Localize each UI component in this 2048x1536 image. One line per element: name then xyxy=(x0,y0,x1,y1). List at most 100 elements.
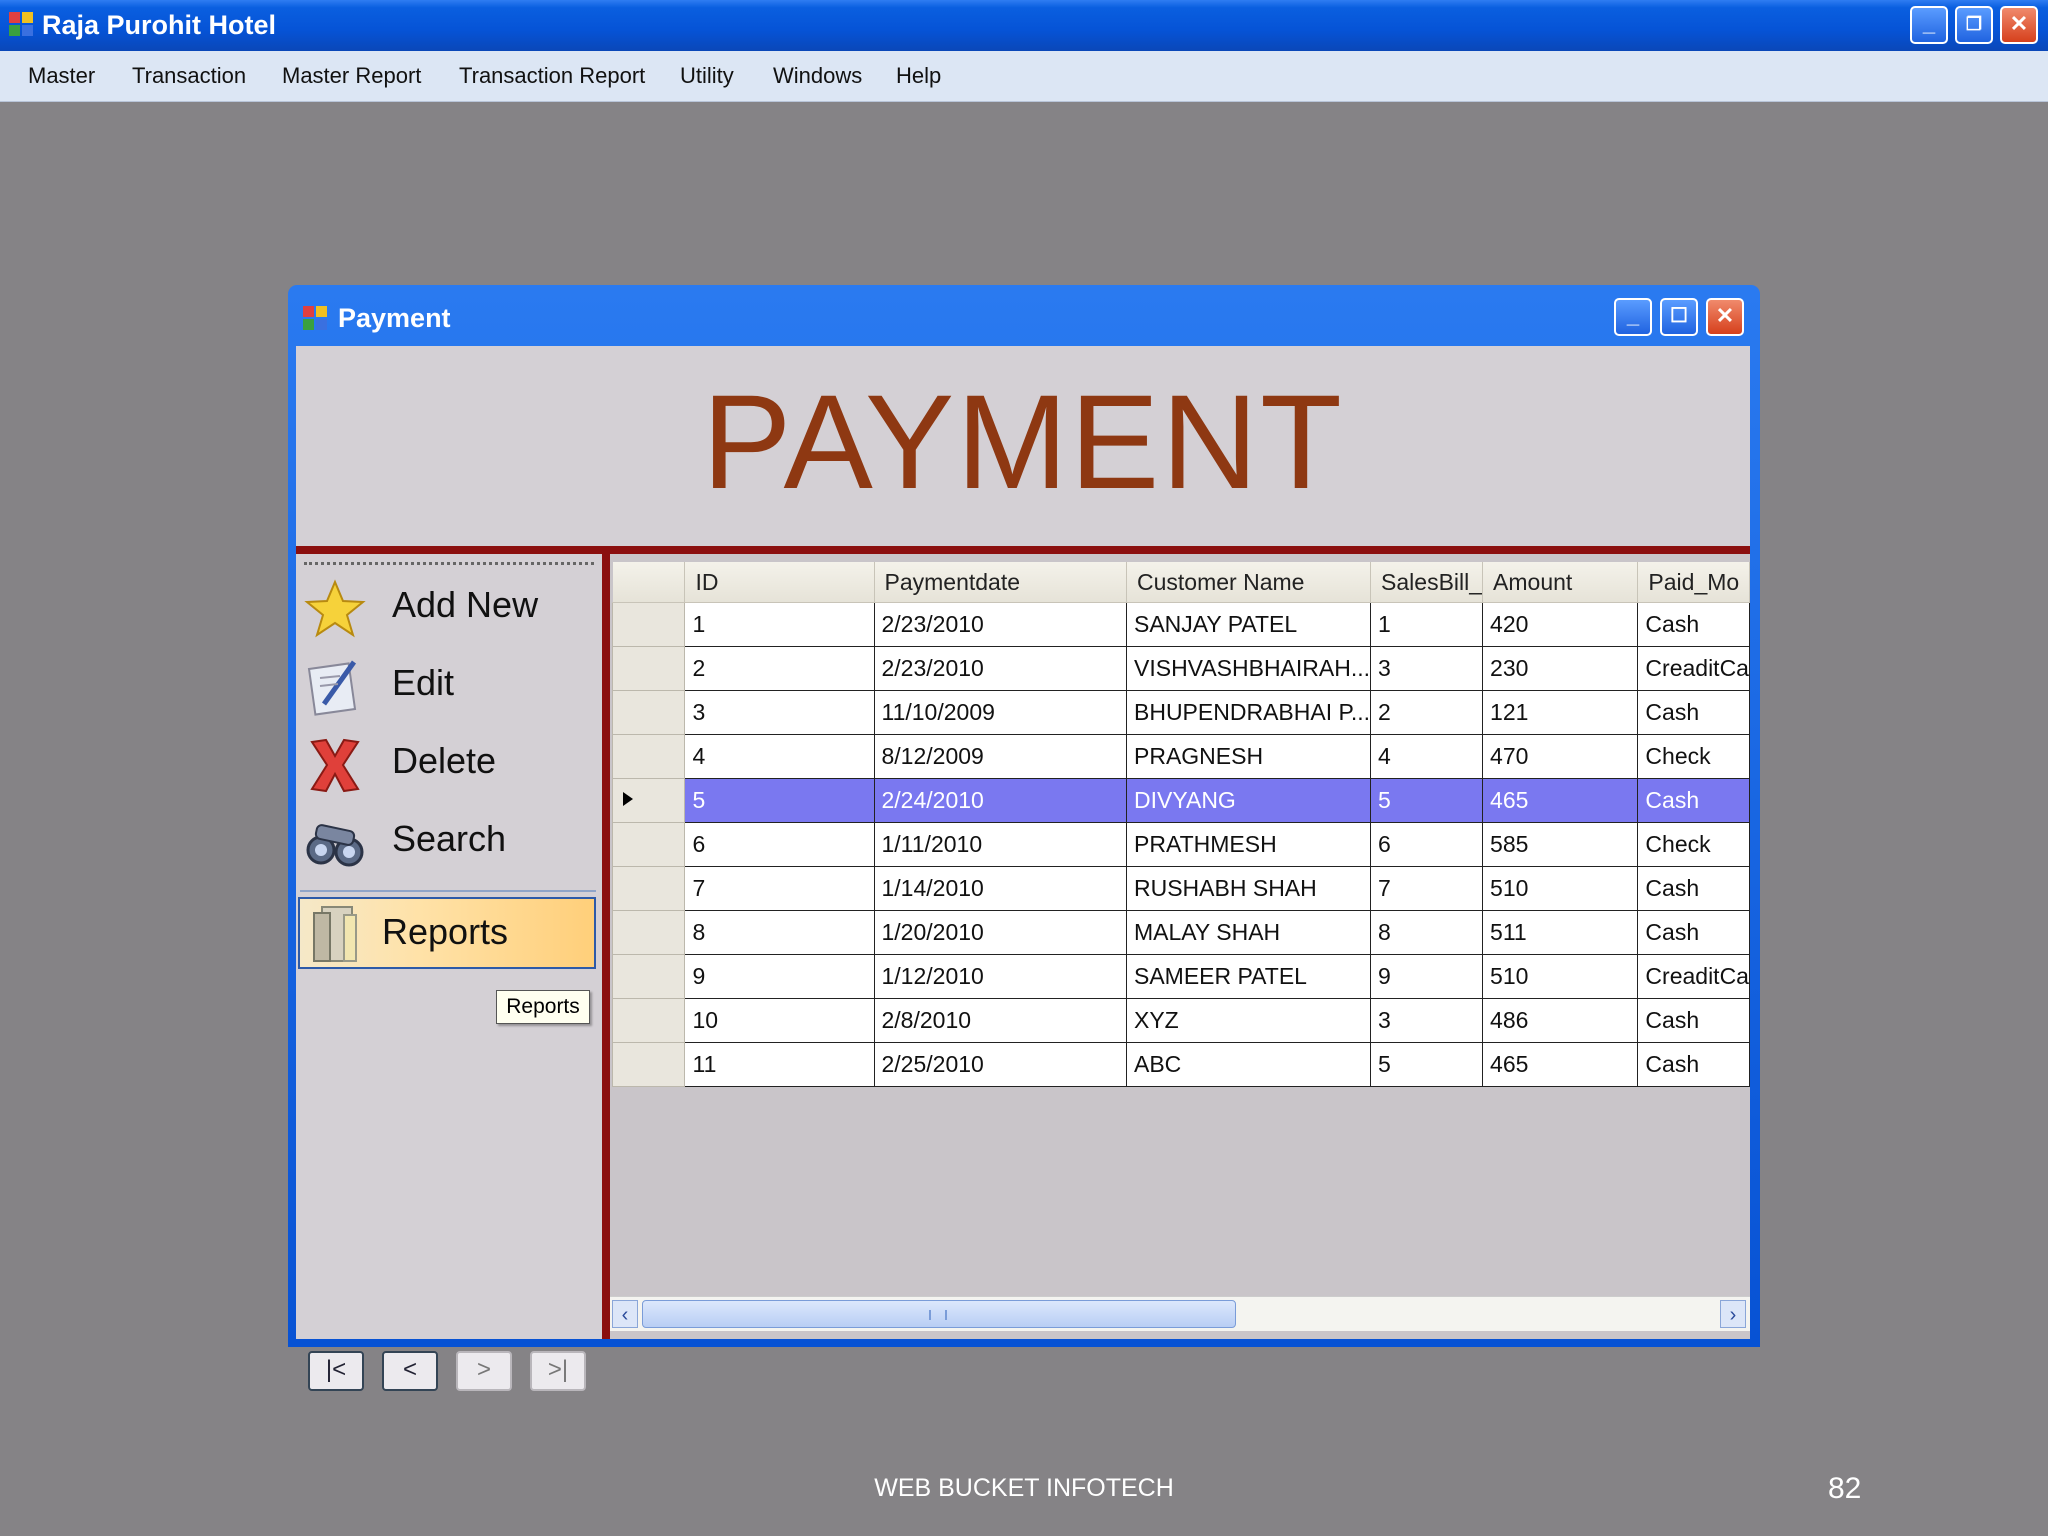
child-maximize-button[interactable]: ☐ xyxy=(1660,298,1698,336)
cell-amount[interactable]: 230 xyxy=(1482,646,1639,691)
cell-paymentdate[interactable]: 1/14/2010 xyxy=(873,866,1127,911)
next-record-button[interactable]: > xyxy=(456,1351,512,1391)
cell-paid-mode[interactable]: Cash xyxy=(1637,910,1750,955)
cell-customer-name[interactable]: PRAGNESH xyxy=(1125,734,1372,779)
scroll-thumb[interactable] xyxy=(642,1300,1236,1328)
menu-master[interactable]: Master xyxy=(28,63,95,89)
column-header-paymentdate[interactable]: Paymentdate xyxy=(874,562,1127,603)
cell-id[interactable]: 7 xyxy=(684,866,875,911)
cell-id[interactable]: 9 xyxy=(684,954,875,999)
restore-button[interactable]: ❐ xyxy=(1955,6,1993,44)
child-close-button[interactable]: ✕ xyxy=(1706,298,1744,336)
row-header[interactable] xyxy=(611,602,686,647)
table-row[interactable]: 9 1/12/2010 SAMEER PATEL 9 510 CreaditCa xyxy=(611,954,1750,999)
search-button[interactable]: Search xyxy=(296,806,596,876)
cell-amount[interactable]: 585 xyxy=(1482,822,1639,867)
cell-id[interactable]: 5 xyxy=(684,778,875,823)
cell-paymentdate[interactable]: 1/11/2010 xyxy=(873,822,1127,867)
cell-paid-mode[interactable]: Check xyxy=(1637,734,1750,779)
cell-salesbill[interactable]: 3 xyxy=(1370,998,1484,1043)
cell-amount[interactable]: 486 xyxy=(1482,998,1639,1043)
table-row[interactable]: 2 2/23/2010 VISHVASHBHAIRAH... 3 230 CreaditC… xyxy=(611,646,1750,691)
child-minimize-button[interactable]: _ xyxy=(1614,298,1652,336)
cell-paymentdate[interactable]: 11/10/2009 xyxy=(873,690,1127,735)
cell-amount[interactable]: 511 xyxy=(1482,910,1639,955)
cell-amount[interactable]: 510 xyxy=(1482,866,1639,911)
cell-paymentdate[interactable]: 2/8/2010 xyxy=(873,998,1127,1043)
cell-paymentdate[interactable]: 1/12/2010 xyxy=(873,954,1127,999)
row-header[interactable] xyxy=(611,866,686,911)
table-row[interactable]: 6 1/11/2010 PRATHMESH 6 585 Check xyxy=(611,822,1750,867)
cell-paymentdate[interactable]: 2/23/2010 xyxy=(873,602,1127,647)
cell-salesbill[interactable]: 5 xyxy=(1370,1042,1484,1087)
row-header[interactable] xyxy=(611,646,686,691)
cell-paid-mode[interactable]: CreaditCa xyxy=(1637,646,1750,691)
cell-amount[interactable]: 470 xyxy=(1482,734,1639,779)
cell-id[interactable]: 10 xyxy=(684,998,875,1043)
cell-customer-name[interactable]: PRATHMESH xyxy=(1125,822,1372,867)
cell-paymentdate[interactable]: 2/25/2010 xyxy=(873,1042,1127,1087)
row-header[interactable] xyxy=(611,998,686,1043)
scroll-left-icon[interactable]: ‹ xyxy=(612,1300,638,1328)
edit-button[interactable]: Edit xyxy=(296,650,596,720)
column-header-paid-mode[interactable]: Paid_Mo xyxy=(1637,562,1750,603)
cell-customer-name[interactable]: RUSHABH SHAH xyxy=(1125,866,1372,911)
table-row[interactable]: 10 2/8/2010 XYZ 3 486 Cash xyxy=(611,998,1750,1043)
cell-salesbill[interactable]: 7 xyxy=(1370,866,1484,911)
reports-button[interactable]: Reports xyxy=(298,897,596,969)
cell-paid-mode[interactable]: Cash xyxy=(1637,866,1750,911)
cell-customer-name[interactable]: BHUPENDRABHAI P... xyxy=(1125,690,1372,735)
menu-master-report[interactable]: Master Report xyxy=(282,63,421,89)
cell-id[interactable]: 3 xyxy=(684,690,875,735)
table-row[interactable]: 5 2/24/2010 DIVYANG 5 465 Cash xyxy=(611,778,1750,823)
cell-amount[interactable]: 510 xyxy=(1482,954,1639,999)
row-header[interactable] xyxy=(611,822,686,867)
cell-paid-mode[interactable]: Cash xyxy=(1637,690,1750,735)
column-header-id[interactable]: ID xyxy=(684,562,875,603)
cell-amount[interactable]: 465 xyxy=(1482,778,1639,823)
previous-record-button[interactable]: < xyxy=(382,1351,438,1391)
row-header[interactable] xyxy=(611,954,686,999)
cell-id[interactable]: 8 xyxy=(684,910,875,955)
cell-salesbill[interactable]: 2 xyxy=(1370,690,1484,735)
cell-paid-mode[interactable]: Cash xyxy=(1637,998,1750,1043)
cell-salesbill[interactable]: 1 xyxy=(1370,602,1484,647)
row-header[interactable] xyxy=(611,1042,686,1087)
menu-transaction[interactable]: Transaction xyxy=(132,63,246,89)
cell-customer-name[interactable]: DIVYANG xyxy=(1125,778,1372,823)
cell-paymentdate[interactable]: 1/20/2010 xyxy=(873,910,1127,955)
cell-amount[interactable]: 121 xyxy=(1482,690,1639,735)
cell-paymentdate[interactable]: 2/24/2010 xyxy=(873,778,1127,823)
cell-customer-name[interactable]: XYZ xyxy=(1125,998,1372,1043)
row-header[interactable] xyxy=(611,734,686,779)
menu-windows[interactable]: Windows xyxy=(773,63,862,89)
close-button[interactable]: ✕ xyxy=(2000,6,2038,44)
cell-id[interactable]: 1 xyxy=(684,602,875,647)
cell-salesbill[interactable]: 5 xyxy=(1370,778,1484,823)
main-titlebar[interactable]: Raja Purohit Hotel _ ❐ ✕ xyxy=(0,0,2048,51)
column-header-customer-name[interactable]: Customer Name xyxy=(1126,562,1372,603)
menu-help[interactable]: Help xyxy=(896,63,941,89)
cell-customer-name[interactable]: VISHVASHBHAIRAH... xyxy=(1125,646,1372,691)
cell-amount[interactable]: 420 xyxy=(1482,602,1639,647)
table-row[interactable]: 11 2/25/2010 ABC 5 465 Cash xyxy=(611,1042,1750,1087)
cell-paid-mode[interactable]: Cash xyxy=(1637,778,1750,823)
cell-salesbill[interactable]: 8 xyxy=(1370,910,1484,955)
cell-paymentdate[interactable]: 2/23/2010 xyxy=(873,646,1127,691)
cell-paid-mode[interactable]: Cash xyxy=(1637,602,1750,647)
row-header[interactable] xyxy=(611,778,686,823)
table-row[interactable]: 3 11/10/2009 BHUPENDRABHAI P... 2 121 Cash xyxy=(611,690,1750,735)
minimize-button[interactable]: _ xyxy=(1910,6,1948,44)
cell-salesbill[interactable]: 3 xyxy=(1370,646,1484,691)
delete-button[interactable]: Delete xyxy=(296,728,596,798)
cell-customer-name[interactable]: SANJAY PATEL xyxy=(1125,602,1372,647)
cell-paid-mode[interactable]: Cash xyxy=(1637,1042,1750,1087)
last-record-button[interactable]: >| xyxy=(530,1351,586,1391)
cell-customer-name[interactable]: SAMEER PATEL xyxy=(1125,954,1372,999)
cell-paymentdate[interactable]: 8/12/2009 xyxy=(873,734,1127,779)
column-header-amount[interactable]: Amount xyxy=(1482,562,1639,603)
add-new-button[interactable]: Add New xyxy=(296,572,596,642)
cell-id[interactable]: 4 xyxy=(684,734,875,779)
cell-salesbill[interactable]: 4 xyxy=(1370,734,1484,779)
table-row[interactable]: 7 1/14/2010 RUSHABH SHAH 7 510 Cash xyxy=(611,866,1750,911)
